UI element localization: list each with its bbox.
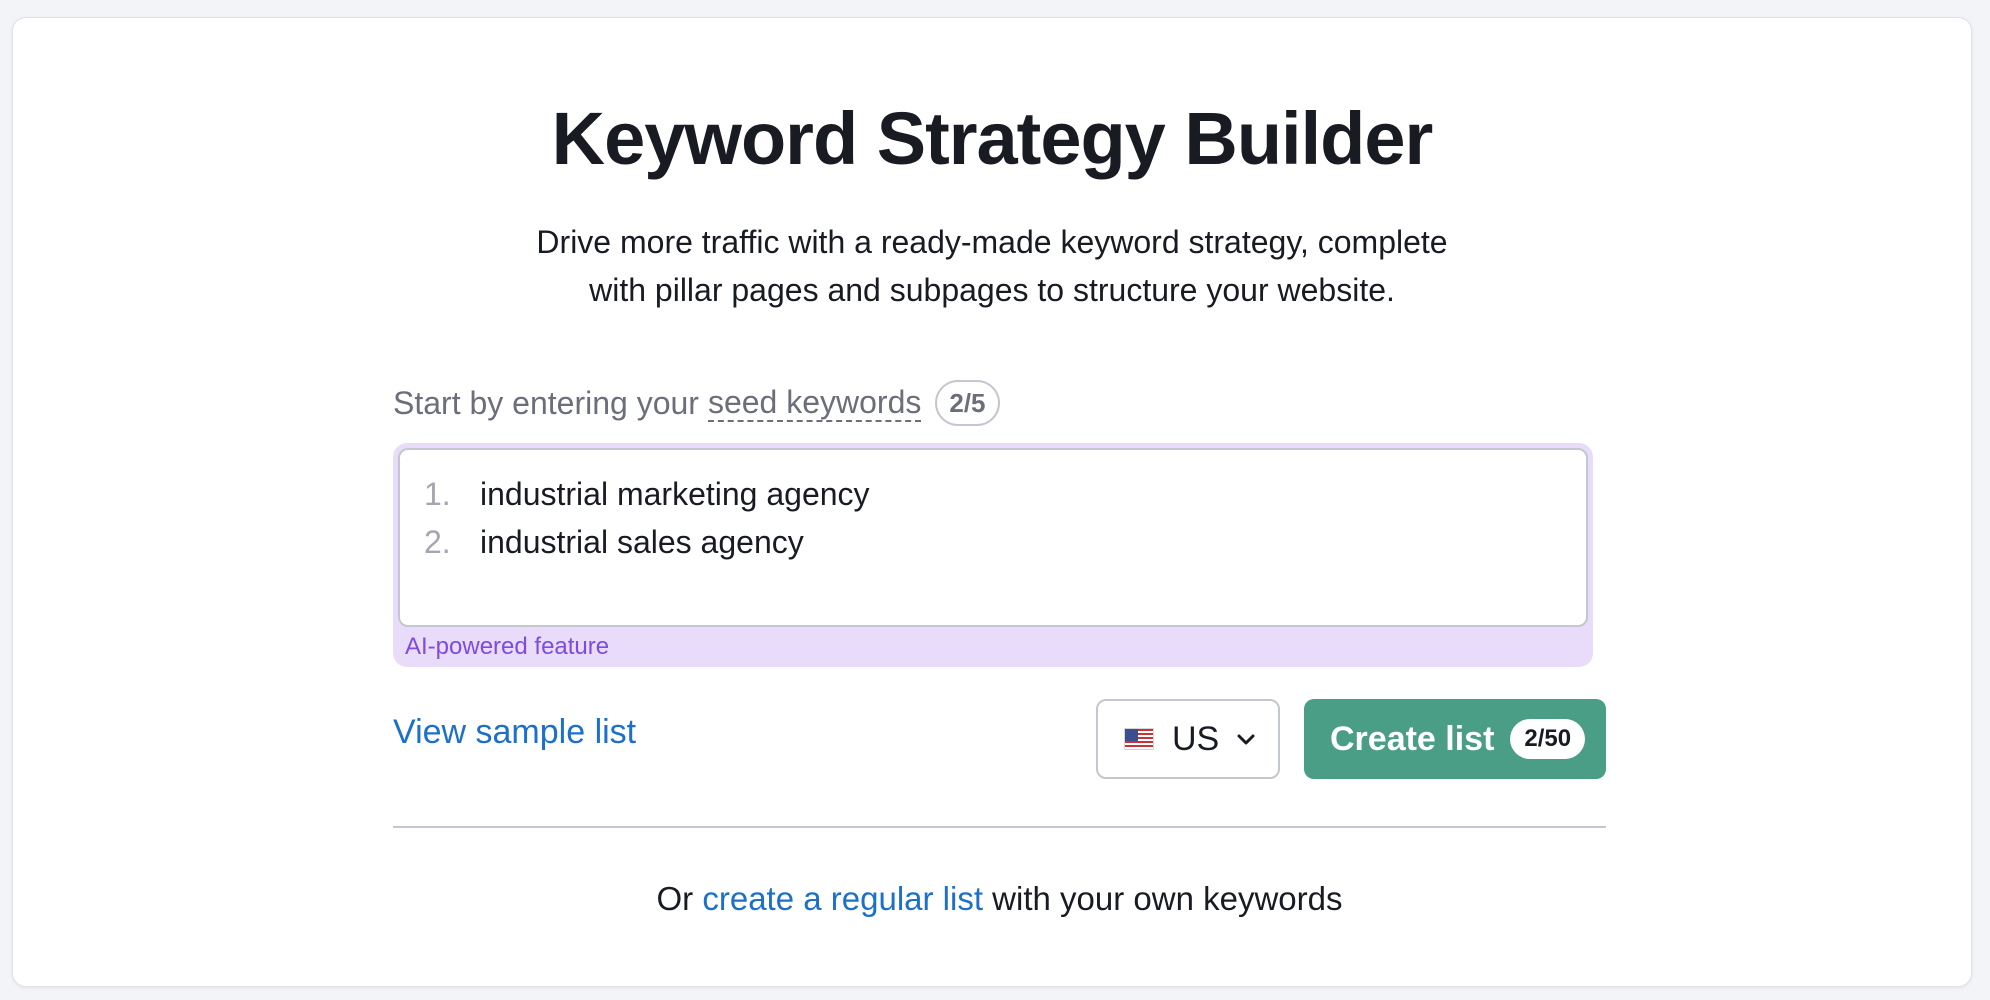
chevron-down-icon	[1235, 728, 1257, 750]
footer-suffix: with your own keywords	[992, 880, 1343, 917]
seed-keywords-tooltip-trigger[interactable]: seed keywords	[707, 384, 922, 423]
main-card: Keyword Strategy Builder Drive more traf…	[12, 17, 1972, 987]
seed-label-prefix: Start by entering your	[393, 384, 699, 421]
create-list-button[interactable]: Create list 2/50	[1304, 699, 1606, 779]
database-select[interactable]: US	[1096, 699, 1280, 779]
seed-keywords-label: Start by entering your seed keywords 2/5	[393, 378, 1000, 428]
keyword-row: 1. industrial marketing agency	[424, 470, 1586, 518]
keyword-text[interactable]: industrial sales agency	[480, 524, 804, 561]
database-value: US	[1172, 719, 1220, 758]
us-flag-icon	[1124, 728, 1154, 750]
view-sample-list-link[interactable]: View sample list	[393, 713, 636, 752]
list-limit-badge: 2/50	[1510, 719, 1586, 759]
keyword-number: 1.	[424, 475, 451, 512]
keyword-number: 2.	[424, 523, 451, 560]
create-regular-list-link[interactable]: create a regular list	[702, 880, 983, 917]
seed-keywords-input[interactable]: 1. industrial marketing agency 2. indust…	[398, 448, 1588, 627]
ai-powered-label: AI-powered feature	[405, 633, 610, 660]
divider	[393, 826, 1606, 828]
create-list-label: Create list	[1330, 719, 1495, 758]
keyword-text[interactable]: industrial marketing agency	[480, 476, 870, 513]
builder-form: Start by entering your seed keywords 2/5…	[393, 18, 1606, 986]
seed-counter-badge: 2/5	[935, 380, 1000, 426]
regular-list-prompt: Or create a regular list with your own k…	[393, 880, 1606, 918]
ai-feature-frame: 1. industrial marketing agency 2. indust…	[393, 443, 1593, 667]
footer-prefix: Or	[656, 880, 694, 917]
keyword-row: 2. industrial sales agency	[424, 518, 1586, 566]
